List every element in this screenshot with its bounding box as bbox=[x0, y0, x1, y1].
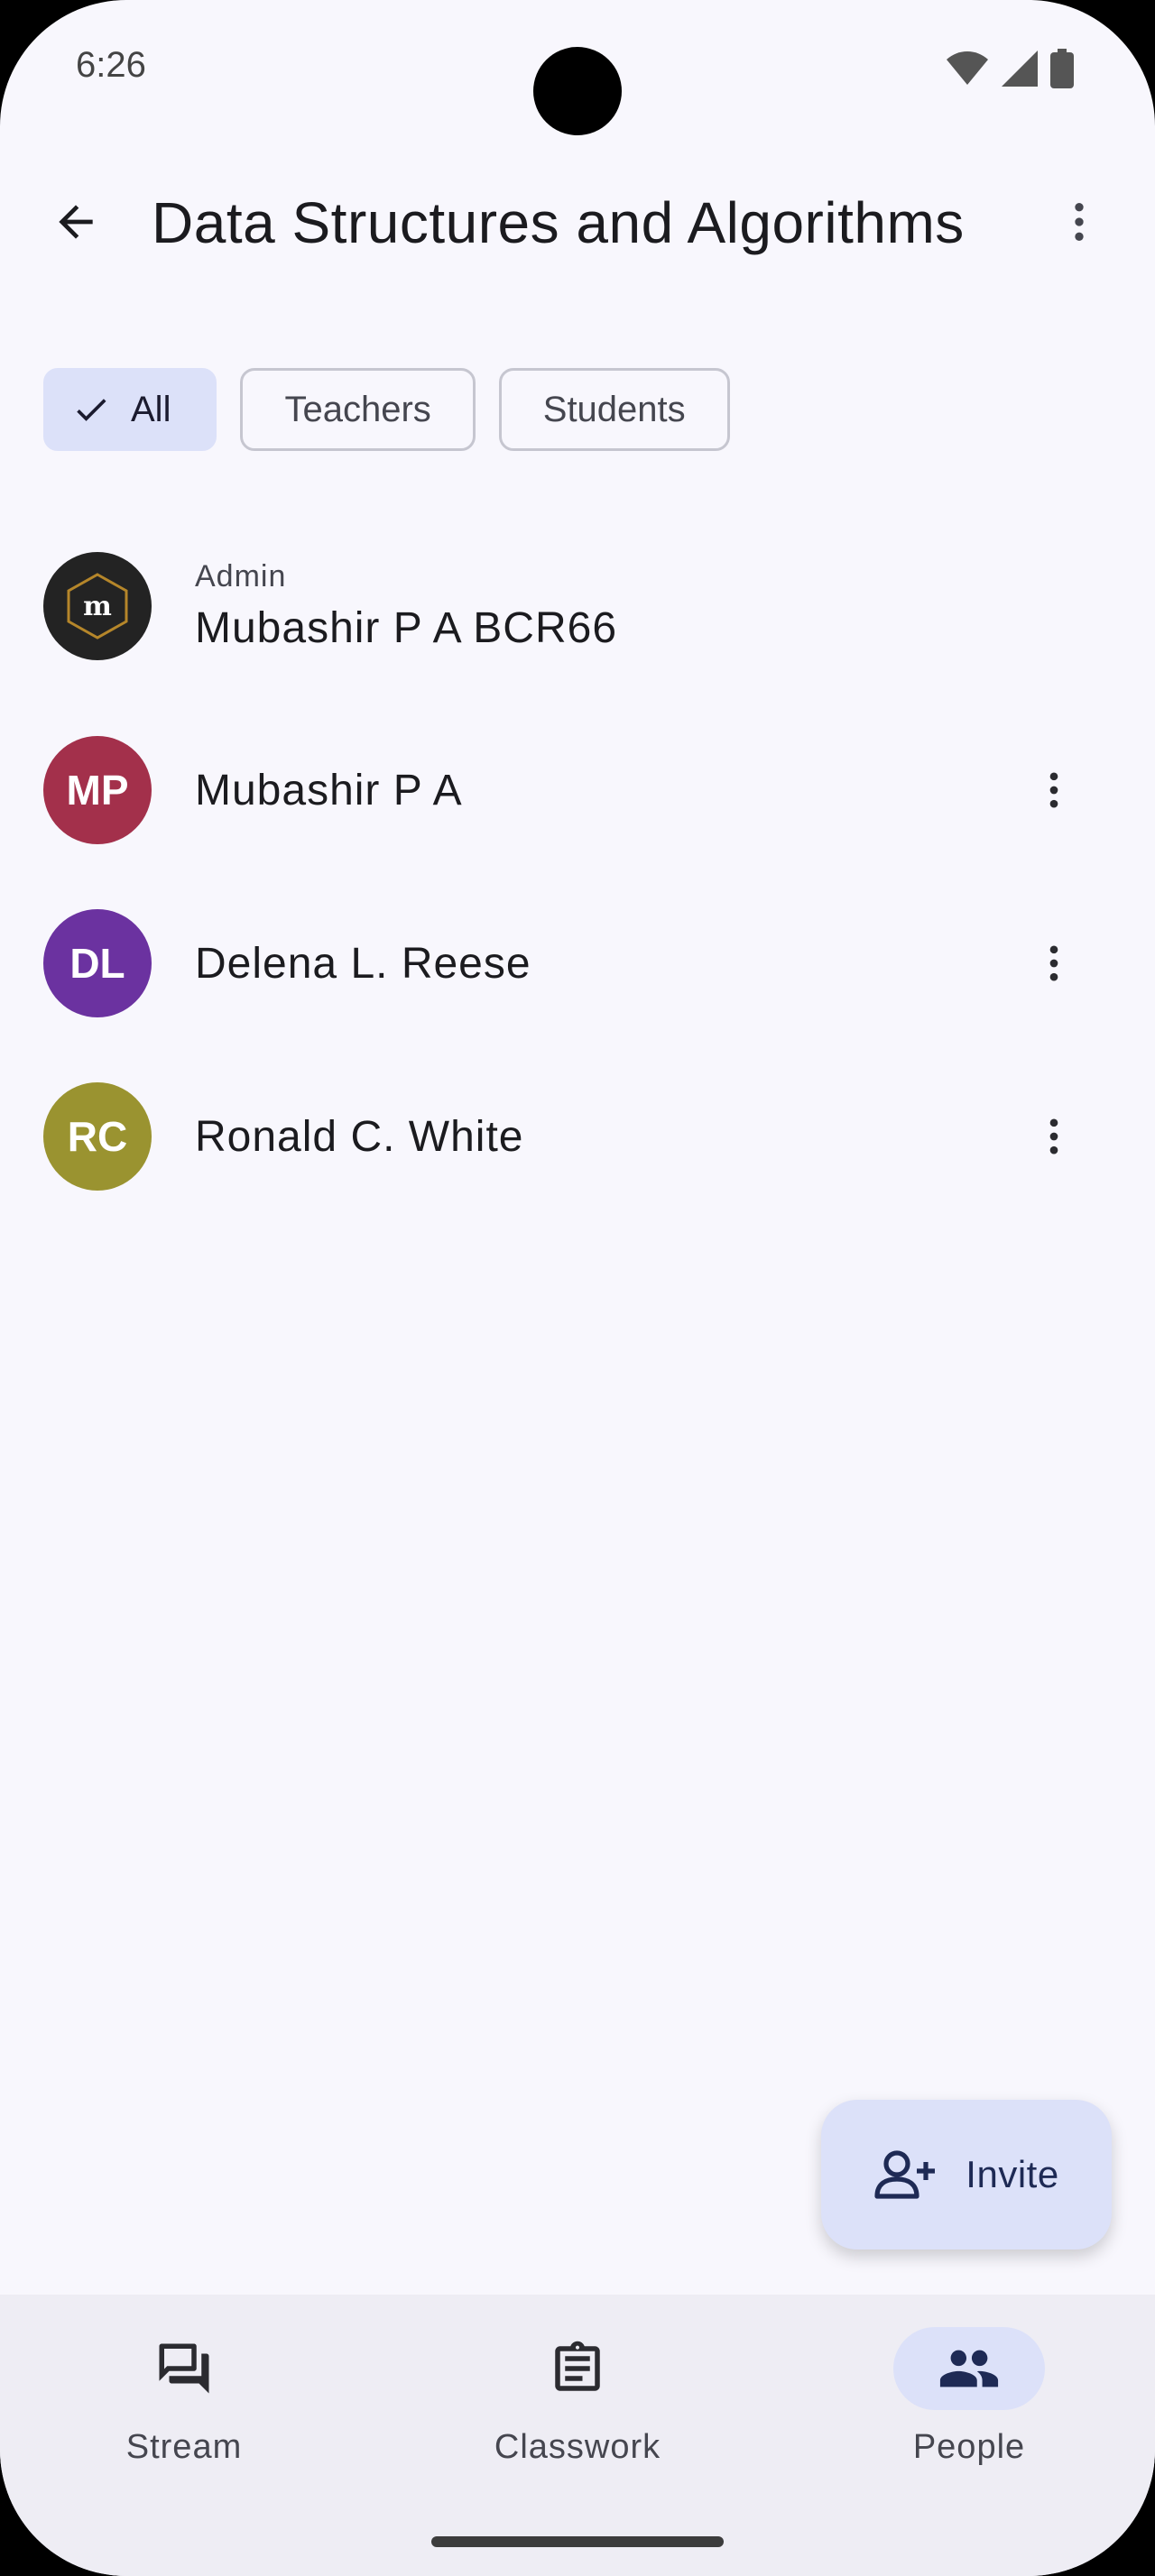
person-options-button[interactable] bbox=[1018, 754, 1090, 826]
nav-stream-label: Stream bbox=[125, 2428, 243, 2466]
brand-logo-icon: m bbox=[67, 573, 128, 639]
avatar: m bbox=[43, 552, 152, 660]
camera-cutout bbox=[533, 47, 622, 135]
person-name: Delena L. Reese bbox=[195, 939, 531, 988]
list-item[interactable]: RC Ronald C. White bbox=[43, 1082, 1126, 1191]
person-text: Mubashir P A bbox=[195, 766, 463, 815]
person-name: Ronald C. White bbox=[195, 1112, 524, 1161]
person-role: Admin bbox=[195, 559, 287, 593]
more-vert-icon bbox=[1049, 1118, 1058, 1155]
assignment-icon bbox=[555, 2341, 600, 2391]
check-icon bbox=[71, 390, 111, 429]
person-name: Mubashir P A BCR66 bbox=[195, 604, 618, 652]
avatar: MP bbox=[43, 736, 152, 844]
person-options-button[interactable] bbox=[1018, 927, 1090, 999]
app-screen: 6:26 Data Structures and Algorithms All … bbox=[0, 0, 1155, 2576]
nav-classwork[interactable]: Classwork bbox=[442, 2327, 713, 2467]
nav-people-label: People bbox=[912, 2428, 1026, 2466]
nav-stream-icon-wrap bbox=[108, 2327, 260, 2410]
chip-all-label: All bbox=[131, 389, 171, 429]
svg-text:m: m bbox=[83, 591, 112, 622]
list-item[interactable]: DL Delena L. Reese bbox=[43, 909, 1126, 1017]
person-add-icon bbox=[874, 2150, 936, 2199]
list-item[interactable]: MP Mubashir P A bbox=[43, 736, 1126, 844]
list-item[interactable]: m Admin Mubashir P A BCR66 bbox=[43, 552, 1126, 660]
people-icon bbox=[939, 2350, 999, 2387]
more-vert-icon bbox=[1049, 945, 1058, 981]
person-text: Delena L. Reese bbox=[195, 939, 531, 989]
home-indicator[interactable] bbox=[431, 2536, 724, 2547]
status-icons bbox=[946, 49, 1074, 88]
more-vert-icon bbox=[1075, 203, 1084, 241]
avatar: RC bbox=[43, 1082, 152, 1191]
chip-all[interactable]: All bbox=[43, 368, 217, 451]
avatar: DL bbox=[43, 909, 152, 1017]
back-button[interactable] bbox=[40, 186, 112, 258]
chip-teachers-label: Teachers bbox=[284, 389, 431, 429]
person-text: Admin Mubashir P A BCR66 bbox=[195, 559, 617, 653]
invite-button-label: Invite bbox=[966, 2153, 1059, 2195]
person-text: Ronald C. White bbox=[195, 1112, 523, 1162]
nav-classwork-icon-wrap bbox=[502, 2327, 653, 2410]
status-time: 6:26 bbox=[76, 45, 146, 85]
signal-icon bbox=[1002, 51, 1038, 87]
bottom-navigation: Stream Classwork People bbox=[0, 2295, 1155, 2576]
chip-teachers[interactable]: Teachers bbox=[240, 368, 476, 451]
battery-icon bbox=[1050, 49, 1074, 88]
forum-icon bbox=[159, 2343, 209, 2394]
person-options-button[interactable] bbox=[1018, 1100, 1090, 1173]
nav-people-icon-wrap bbox=[893, 2327, 1045, 2410]
nav-stream[interactable]: Stream bbox=[49, 2327, 319, 2467]
person-name: Mubashir P A bbox=[195, 766, 463, 814]
chip-students-label: Students bbox=[542, 389, 686, 429]
nav-classwork-label: Classwork bbox=[494, 2428, 661, 2466]
wifi-icon bbox=[947, 51, 988, 85]
invite-button[interactable]: Invite bbox=[821, 2100, 1112, 2249]
filter-chips: All Teachers Students bbox=[43, 368, 730, 451]
page-title: Data Structures and Algorithms bbox=[152, 190, 965, 255]
more-vert-icon bbox=[1049, 772, 1058, 808]
chip-students[interactable]: Students bbox=[498, 368, 730, 451]
arrow-back-icon bbox=[59, 205, 93, 239]
nav-people[interactable]: People bbox=[834, 2327, 1104, 2467]
overflow-menu-button[interactable] bbox=[1043, 186, 1115, 258]
